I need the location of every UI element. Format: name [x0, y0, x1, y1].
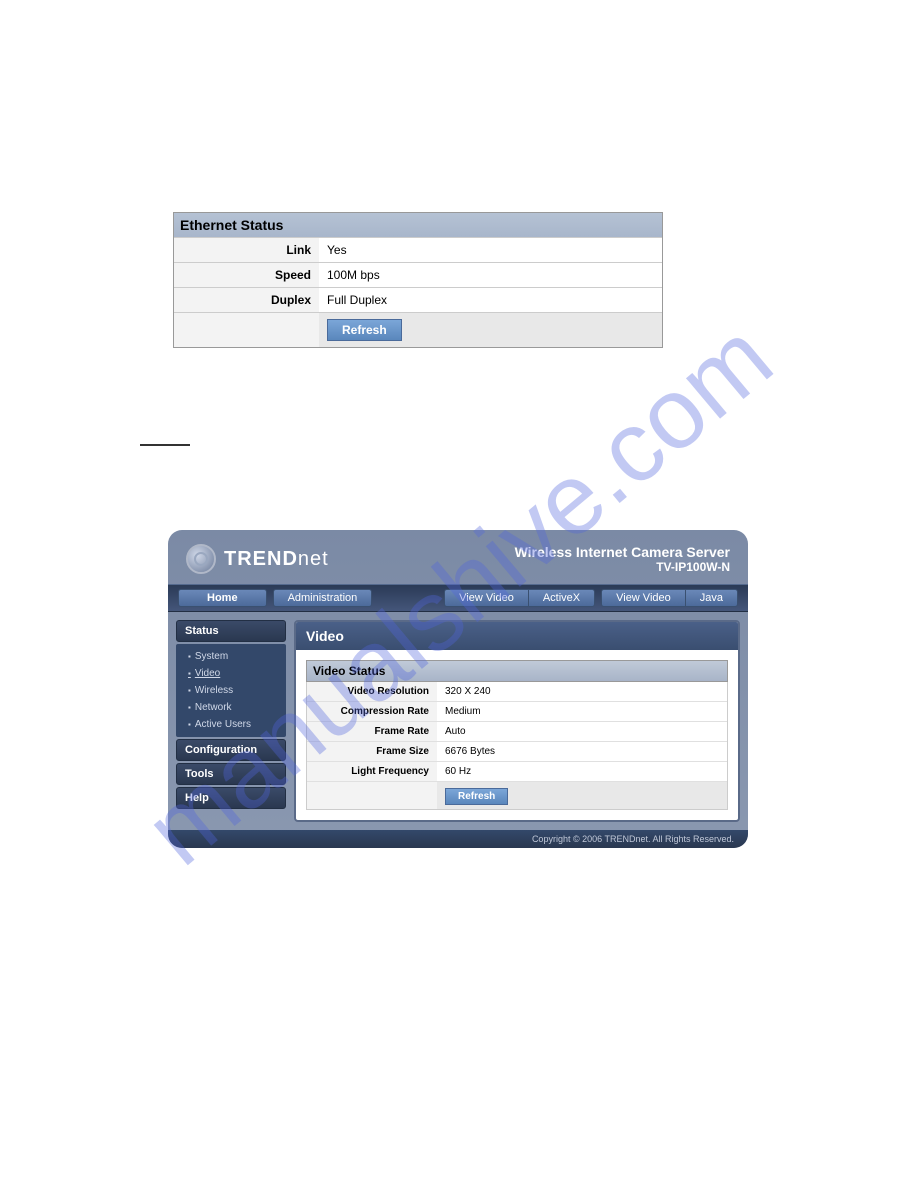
ethernet-row-duplex: Duplex Full Duplex — [174, 287, 662, 312]
ethernet-status-title: Ethernet Status — [174, 213, 662, 237]
video-status-table: Video Resolution 320 X 240 Compression R… — [306, 682, 728, 810]
sidebar: Status System Video Wireless Network Act… — [176, 620, 286, 822]
data-value: Medium — [437, 702, 727, 721]
row-frame-size: Frame Size 6676 Bytes — [307, 741, 727, 761]
data-label: Video Resolution — [307, 682, 437, 701]
router-body: Status System Video Wireless Network Act… — [168, 612, 748, 830]
data-value: 6676 Bytes — [437, 742, 727, 761]
data-value: 60 Hz — [437, 762, 727, 781]
ethernet-value: 100M bps — [319, 263, 662, 287]
nav-view-video-activex: View Video ActiveX — [444, 589, 595, 607]
brand-logo: TRENDnet — [186, 544, 329, 574]
router-admin-panel: TRENDnet Wireless Internet Camera Server… — [168, 530, 748, 848]
sidebar-item-network[interactable]: Network — [176, 699, 286, 716]
sidebar-item-video[interactable]: Video — [176, 665, 286, 682]
sidebar-tools[interactable]: Tools — [176, 763, 286, 785]
footer-right: Refresh — [437, 782, 727, 809]
nav-view-video-1[interactable]: View Video — [444, 589, 528, 607]
content-title: Video — [296, 622, 738, 650]
ethernet-footer-spacer — [174, 313, 319, 347]
ethernet-row-link: Link Yes — [174, 237, 662, 262]
data-label: Compression Rate — [307, 702, 437, 721]
brand-text: TRENDnet — [224, 548, 329, 571]
nav-java[interactable]: Java — [685, 589, 738, 607]
router-header: TRENDnet Wireless Internet Camera Server… — [168, 530, 748, 584]
nav-activex[interactable]: ActiveX — [528, 589, 595, 607]
data-value: 320 X 240 — [437, 682, 727, 701]
top-nav: Home Administration View Video ActiveX V… — [168, 584, 748, 612]
ethernet-label: Speed — [174, 263, 319, 287]
header-product-info: Wireless Internet Camera Server TV-IP100… — [515, 544, 730, 574]
nav-view-video-2[interactable]: View Video — [601, 589, 685, 607]
video-status-footer: Refresh — [307, 781, 727, 809]
row-frame-rate: Frame Rate Auto — [307, 721, 727, 741]
row-compression-rate: Compression Rate Medium — [307, 701, 727, 721]
refresh-button[interactable]: Refresh — [327, 319, 402, 341]
data-label: Frame Rate — [307, 722, 437, 741]
sidebar-item-wireless[interactable]: Wireless — [176, 682, 286, 699]
ethernet-status-panel: Ethernet Status Link Yes Speed 100M bps … — [173, 212, 663, 348]
row-light-frequency: Light Frequency 60 Hz — [307, 761, 727, 781]
nav-home[interactable]: Home — [178, 589, 267, 607]
product-title: Wireless Internet Camera Server — [515, 544, 730, 560]
ethernet-value: Yes — [319, 238, 662, 262]
ethernet-footer-right: Refresh — [319, 313, 662, 347]
nav-view-video-java: View Video Java — [601, 589, 738, 607]
router-footer: Copyright © 2006 TRENDnet. All Rights Re… — [168, 830, 748, 848]
sidebar-item-system[interactable]: System — [176, 648, 286, 665]
content-body: Video Status Video Resolution 320 X 240 … — [296, 650, 738, 820]
row-video-resolution: Video Resolution 320 X 240 — [307, 682, 727, 701]
ethernet-label: Link — [174, 238, 319, 262]
nav-administration[interactable]: Administration — [273, 589, 373, 607]
section-divider — [140, 444, 190, 446]
main-content: Video Video Status Video Resolution 320 … — [294, 620, 740, 822]
ethernet-label: Duplex — [174, 288, 319, 312]
data-value: Auto — [437, 722, 727, 741]
ethernet-row-speed: Speed 100M bps — [174, 262, 662, 287]
ethernet-footer: Refresh — [174, 312, 662, 347]
product-model: TV-IP100W-N — [515, 560, 730, 574]
sidebar-configuration[interactable]: Configuration — [176, 739, 286, 761]
data-label: Light Frequency — [307, 762, 437, 781]
video-status-header: Video Status — [306, 660, 728, 682]
logo-icon — [186, 544, 216, 574]
sidebar-status-items: System Video Wireless Network Active Use… — [176, 644, 286, 737]
sidebar-status-header[interactable]: Status — [176, 620, 286, 642]
refresh-button[interactable]: Refresh — [445, 788, 508, 805]
sidebar-help[interactable]: Help — [176, 787, 286, 809]
data-label: Frame Size — [307, 742, 437, 761]
footer-spacer — [307, 782, 437, 809]
sidebar-item-active-users[interactable]: Active Users — [176, 716, 286, 733]
ethernet-value: Full Duplex — [319, 288, 662, 312]
